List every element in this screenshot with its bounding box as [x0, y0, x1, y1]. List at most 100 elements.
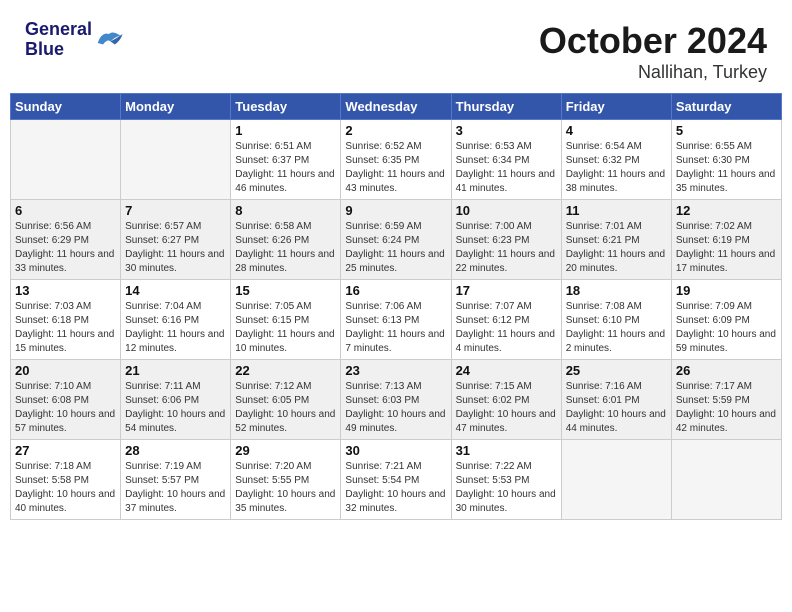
- day-info: Sunrise: 7:07 AM Sunset: 6:12 PM Dayligh…: [456, 300, 557, 356]
- week-row-2: 6 Sunrise: 6:56 AM Sunset: 6:29 PM Daylig…: [11, 200, 782, 280]
- calendar-cell: 11 Sunrise: 7:01 AM Sunset: 6:21 PM Dayli…: [561, 200, 671, 280]
- day-number: 17: [456, 283, 557, 298]
- calendar-cell: 21 Sunrise: 7:11 AM Sunset: 6:06 PM Dayli…: [121, 360, 231, 440]
- week-row-4: 20 Sunrise: 7:10 AM Sunset: 6:08 PM Dayli…: [11, 360, 782, 440]
- calendar-cell: 30 Sunrise: 7:21 AM Sunset: 5:54 PM Dayli…: [341, 440, 451, 520]
- calendar-cell: [561, 440, 671, 520]
- day-info: Sunrise: 6:57 AM Sunset: 6:27 PM Dayligh…: [125, 220, 226, 276]
- day-number: 3: [456, 123, 557, 138]
- day-info: Sunrise: 7:18 AM Sunset: 5:58 PM Dayligh…: [15, 460, 116, 516]
- day-number: 11: [566, 203, 667, 218]
- calendar-cell: 9 Sunrise: 6:59 AM Sunset: 6:24 PM Daylig…: [341, 200, 451, 280]
- day-info: Sunrise: 7:04 AM Sunset: 6:16 PM Dayligh…: [125, 300, 226, 356]
- day-info: Sunrise: 7:13 AM Sunset: 6:03 PM Dayligh…: [345, 380, 446, 436]
- calendar-cell: 4Sunrise: 6:54 AM Sunset: 6:32 PM Daylig…: [561, 120, 671, 200]
- day-number: 27: [15, 443, 116, 458]
- day-info: Sunrise: 7:08 AM Sunset: 6:10 PM Dayligh…: [566, 300, 667, 356]
- location-title: Nallihan, Turkey: [539, 62, 767, 83]
- day-info: Sunrise: 7:16 AM Sunset: 6:01 PM Dayligh…: [566, 380, 667, 436]
- day-number: 2: [345, 123, 446, 138]
- day-info: Sunrise: 6:55 AM Sunset: 6:30 PM Dayligh…: [676, 140, 777, 196]
- week-row-5: 27 Sunrise: 7:18 AM Sunset: 5:58 PM Dayli…: [11, 440, 782, 520]
- day-info: Sunrise: 6:59 AM Sunset: 6:24 PM Dayligh…: [345, 220, 446, 276]
- day-info: Sunrise: 6:54 AM Sunset: 6:32 PM Dayligh…: [566, 140, 667, 196]
- calendar-cell: 28Sunrise: 7:19 AM Sunset: 5:57 PM Dayli…: [121, 440, 231, 520]
- day-header-tuesday: Tuesday: [231, 94, 341, 120]
- day-number: 6: [15, 203, 116, 218]
- day-info: Sunrise: 7:21 AM Sunset: 5:54 PM Dayligh…: [345, 460, 446, 516]
- day-number: 13: [15, 283, 116, 298]
- day-info: Sunrise: 7:06 AM Sunset: 6:13 PM Dayligh…: [345, 300, 446, 356]
- calendar-cell: 7 Sunrise: 6:57 AM Sunset: 6:27 PM Daylig…: [121, 200, 231, 280]
- calendar-cell: 18Sunrise: 7:08 AM Sunset: 6:10 PM Dayli…: [561, 280, 671, 360]
- day-number: 30: [345, 443, 446, 458]
- day-number: 14: [125, 283, 226, 298]
- logo: General Blue: [25, 20, 124, 60]
- day-info: Sunrise: 7:15 AM Sunset: 6:02 PM Dayligh…: [456, 380, 557, 436]
- day-info: Sunrise: 7:22 AM Sunset: 5:53 PM Dayligh…: [456, 460, 557, 516]
- day-header-thursday: Thursday: [451, 94, 561, 120]
- day-number: 1: [235, 123, 336, 138]
- day-info: Sunrise: 7:05 AM Sunset: 6:15 PM Dayligh…: [235, 300, 336, 356]
- day-number: 12: [676, 203, 777, 218]
- day-info: Sunrise: 6:53 AM Sunset: 6:34 PM Dayligh…: [456, 140, 557, 196]
- calendar-cell: 6 Sunrise: 6:56 AM Sunset: 6:29 PM Daylig…: [11, 200, 121, 280]
- day-number: 20: [15, 363, 116, 378]
- day-number: 16: [345, 283, 446, 298]
- calendar-cell: 24 Sunrise: 7:15 AM Sunset: 6:02 PM Dayli…: [451, 360, 561, 440]
- calendar-cell: 19Sunrise: 7:09 AM Sunset: 6:09 PM Dayli…: [671, 280, 781, 360]
- calendar-cell: 23 Sunrise: 7:13 AM Sunset: 6:03 PM Dayli…: [341, 360, 451, 440]
- week-row-1: 1 Sunrise: 6:51 AM Sunset: 6:37 PM Daylig…: [11, 120, 782, 200]
- day-headers-row: SundayMondayTuesdayWednesdayThursdayFrid…: [11, 94, 782, 120]
- day-info: Sunrise: 7:20 AM Sunset: 5:55 PM Dayligh…: [235, 460, 336, 516]
- day-header-wednesday: Wednesday: [341, 94, 451, 120]
- day-info: Sunrise: 7:03 AM Sunset: 6:18 PM Dayligh…: [15, 300, 116, 356]
- logo-text: General Blue: [25, 20, 92, 60]
- day-number: 9: [345, 203, 446, 218]
- week-row-3: 13 Sunrise: 7:03 AM Sunset: 6:18 PM Dayli…: [11, 280, 782, 360]
- day-info: Sunrise: 7:17 AM Sunset: 5:59 PM Dayligh…: [676, 380, 777, 436]
- day-info: Sunrise: 6:58 AM Sunset: 6:26 PM Dayligh…: [235, 220, 336, 276]
- calendar-cell: [671, 440, 781, 520]
- calendar-cell: 8Sunrise: 6:58 AM Sunset: 6:26 PM Daylig…: [231, 200, 341, 280]
- calendar-cell: 5Sunrise: 6:55 AM Sunset: 6:30 PM Daylig…: [671, 120, 781, 200]
- calendar-cell: 12 Sunrise: 7:02 AM Sunset: 6:19 PM Dayli…: [671, 200, 781, 280]
- day-info: Sunrise: 6:52 AM Sunset: 6:35 PM Dayligh…: [345, 140, 446, 196]
- day-number: 23: [345, 363, 446, 378]
- calendar-cell: [11, 120, 121, 200]
- day-header-monday: Monday: [121, 94, 231, 120]
- day-info: Sunrise: 7:01 AM Sunset: 6:21 PM Dayligh…: [566, 220, 667, 276]
- calendar-cell: 26 Sunrise: 7:17 AM Sunset: 5:59 PM Dayli…: [671, 360, 781, 440]
- day-info: Sunrise: 7:09 AM Sunset: 6:09 PM Dayligh…: [676, 300, 777, 356]
- day-info: Sunrise: 6:56 AM Sunset: 6:29 PM Dayligh…: [15, 220, 116, 276]
- calendar-cell: 13 Sunrise: 7:03 AM Sunset: 6:18 PM Dayli…: [11, 280, 121, 360]
- day-number: 25: [566, 363, 667, 378]
- calendar-cell: 31Sunrise: 7:22 AM Sunset: 5:53 PM Dayli…: [451, 440, 561, 520]
- day-number: 29: [235, 443, 336, 458]
- calendar-cell: 10Sunrise: 7:00 AM Sunset: 6:23 PM Dayli…: [451, 200, 561, 280]
- day-header-saturday: Saturday: [671, 94, 781, 120]
- calendar-cell: 16 Sunrise: 7:06 AM Sunset: 6:13 PM Dayli…: [341, 280, 451, 360]
- day-number: 7: [125, 203, 226, 218]
- day-number: 24: [456, 363, 557, 378]
- calendar-cell: 29 Sunrise: 7:20 AM Sunset: 5:55 PM Dayli…: [231, 440, 341, 520]
- day-header-sunday: Sunday: [11, 94, 121, 120]
- day-info: Sunrise: 7:10 AM Sunset: 6:08 PM Dayligh…: [15, 380, 116, 436]
- day-number: 26: [676, 363, 777, 378]
- day-info: Sunrise: 7:11 AM Sunset: 6:06 PM Dayligh…: [125, 380, 226, 436]
- day-info: Sunrise: 7:02 AM Sunset: 6:19 PM Dayligh…: [676, 220, 777, 276]
- calendar-cell: 22Sunrise: 7:12 AM Sunset: 6:05 PM Dayli…: [231, 360, 341, 440]
- day-number: 21: [125, 363, 226, 378]
- calendar-cell: 14 Sunrise: 7:04 AM Sunset: 6:16 PM Dayli…: [121, 280, 231, 360]
- day-info: Sunrise: 7:12 AM Sunset: 6:05 PM Dayligh…: [235, 380, 336, 436]
- day-info: Sunrise: 7:00 AM Sunset: 6:23 PM Dayligh…: [456, 220, 557, 276]
- calendar-cell: 20 Sunrise: 7:10 AM Sunset: 6:08 PM Dayli…: [11, 360, 121, 440]
- day-number: 28: [125, 443, 226, 458]
- day-header-friday: Friday: [561, 94, 671, 120]
- title-block: October 2024 Nallihan, Turkey: [539, 20, 767, 83]
- calendar-cell: 25 Sunrise: 7:16 AM Sunset: 6:01 PM Dayli…: [561, 360, 671, 440]
- calendar-cell: 1 Sunrise: 6:51 AM Sunset: 6:37 PM Daylig…: [231, 120, 341, 200]
- month-title: October 2024: [539, 20, 767, 62]
- day-info: Sunrise: 6:51 AM Sunset: 6:37 PM Dayligh…: [235, 140, 336, 196]
- calendar-cell: 17 Sunrise: 7:07 AM Sunset: 6:12 PM Dayli…: [451, 280, 561, 360]
